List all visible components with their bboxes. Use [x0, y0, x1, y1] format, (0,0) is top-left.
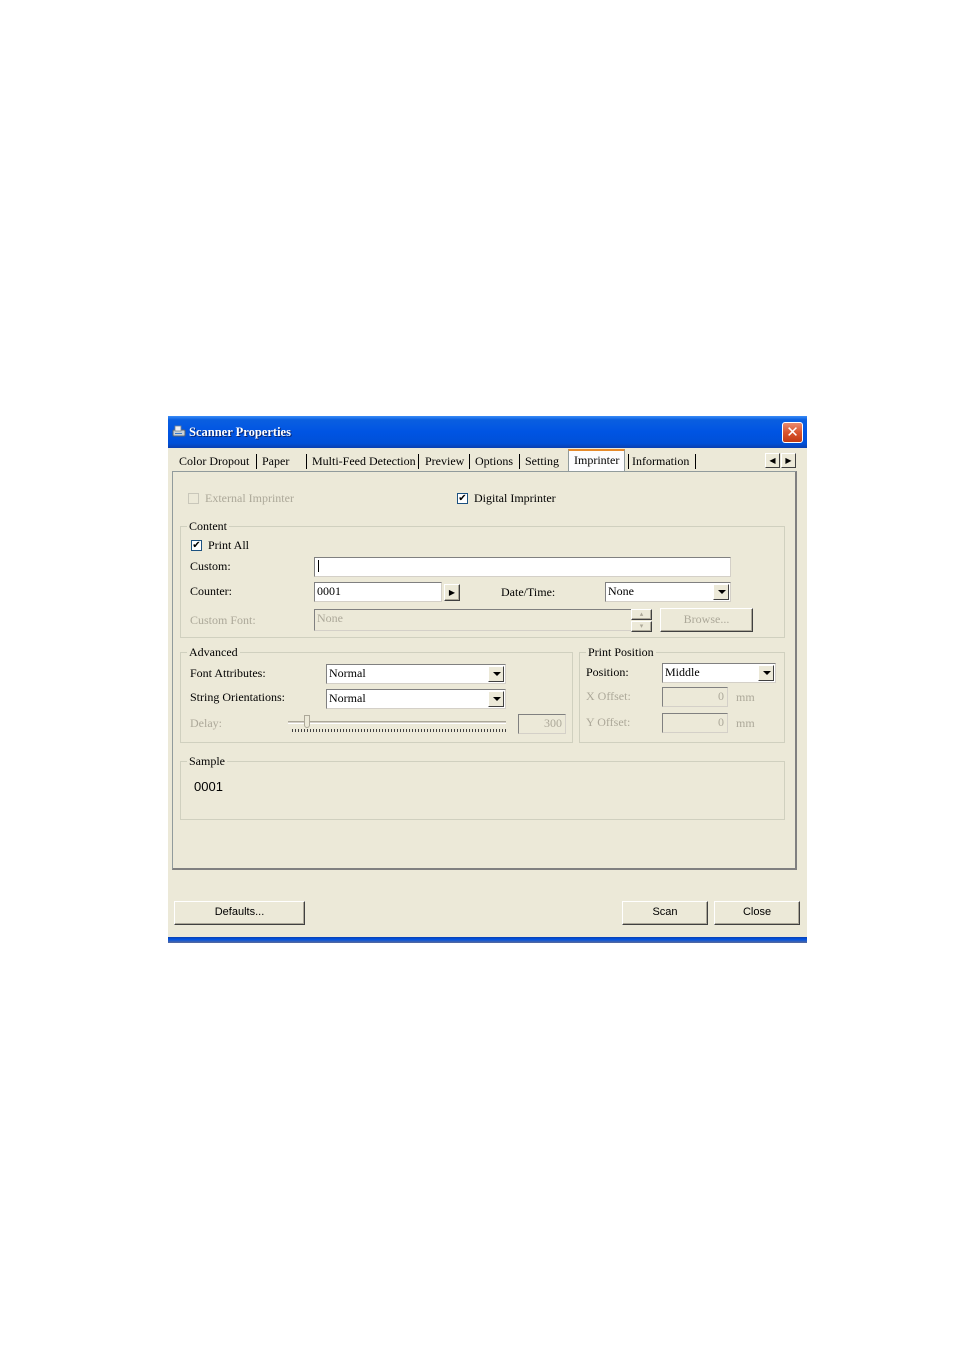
check-icon: ✔	[458, 493, 467, 504]
date-time-dropdown[interactable]: None	[605, 582, 731, 602]
custom-font-spin-up[interactable]: ▴	[631, 609, 652, 620]
print-all-checkbox[interactable]: ✔	[191, 540, 202, 551]
check-icon: ✔	[192, 540, 201, 551]
slider-thumb[interactable]	[303, 715, 310, 728]
chevron-down-icon	[718, 590, 726, 594]
digital-imprinter-label: Digital Imprinter	[474, 491, 556, 505]
tab-divider	[628, 454, 629, 469]
title-bar[interactable]: Scanner Properties ✕	[168, 416, 807, 448]
custom-text-input[interactable]	[314, 557, 731, 577]
counter-setup-button[interactable]: ▶	[444, 584, 460, 601]
slider-track	[288, 721, 506, 724]
close-icon: ✕	[786, 423, 799, 441]
tab-divider	[519, 454, 520, 469]
chevron-down-icon	[493, 697, 501, 701]
window-title: Scanner Properties	[189, 425, 291, 439]
counter-label: Counter:	[190, 584, 232, 598]
position-label: Position:	[586, 665, 629, 679]
advanced-group-title: Advanced	[187, 645, 240, 659]
sample-group-title: Sample	[187, 754, 227, 768]
spin-up-icon: ▴	[639, 610, 644, 618]
dropdown-button[interactable]	[488, 691, 504, 707]
dropdown-button[interactable]	[758, 665, 774, 681]
y-offset-label: Y Offset:	[586, 715, 631, 729]
tab-multi-feed-detection[interactable]: Multi-Feed Detection	[312, 452, 416, 470]
scan-button[interactable]: Scan	[622, 901, 708, 925]
x-offset-unit: mm	[736, 690, 755, 704]
arrow-right-icon: ▶	[448, 588, 456, 597]
tab-preview[interactable]: Preview	[425, 452, 464, 470]
tab-options[interactable]: Options	[475, 452, 513, 470]
custom-font-spin-down[interactable]: ▾	[631, 621, 652, 632]
chevron-down-icon	[763, 671, 771, 675]
print-position-group-title: Print Position	[586, 645, 656, 659]
close-button[interactable]: Close	[714, 901, 800, 925]
arrow-right-icon: ▶	[785, 456, 792, 465]
scanner-icon	[172, 425, 186, 437]
digital-imprinter-checkbox[interactable]: ✔	[457, 493, 468, 504]
delay-slider[interactable]	[288, 714, 506, 734]
position-dropdown[interactable]: Middle	[662, 663, 776, 683]
arrow-left-icon: ◀	[769, 456, 776, 465]
scanner-properties-dialog: Scanner Properties ✕ Color Dropout Paper…	[168, 416, 807, 943]
date-time-label: Date/Time:	[501, 585, 556, 599]
string-orientations-dropdown[interactable]: Normal	[326, 689, 506, 709]
dropdown-button[interactable]	[713, 584, 729, 600]
delay-label: Delay:	[190, 716, 222, 730]
tab-divider	[469, 454, 470, 469]
font-attributes-dropdown[interactable]: Normal	[326, 664, 506, 684]
string-orientations-label: String Orientations:	[190, 690, 285, 704]
tab-divider	[695, 454, 696, 469]
delay-value-input[interactable]: 300	[518, 714, 566, 734]
x-offset-label: X Offset:	[586, 689, 631, 703]
custom-label: Custom:	[190, 559, 231, 573]
tab-setting[interactable]: Setting	[525, 452, 559, 470]
browse-button[interactable]: Browse...	[660, 608, 753, 632]
window-bottom-border	[168, 937, 807, 943]
print-all-label: Print All	[208, 538, 250, 552]
counter-input[interactable]: 0001	[314, 582, 442, 602]
content-group-title: Content	[187, 519, 229, 533]
dropdown-button[interactable]	[488, 666, 504, 682]
external-imprinter-checkbox[interactable]	[188, 493, 199, 504]
close-window-button[interactable]: ✕	[782, 422, 803, 443]
tab-scroll-left-button[interactable]: ◀	[765, 453, 780, 468]
font-attributes-label: Font Attributes:	[190, 666, 266, 680]
custom-font-input[interactable]: None	[314, 609, 632, 631]
defaults-button[interactable]: Defaults...	[174, 901, 305, 925]
tab-divider	[256, 454, 257, 469]
y-offset-input[interactable]: 0	[662, 713, 728, 733]
tab-imprinter[interactable]: Imprinter	[568, 449, 626, 471]
tab-divider	[418, 454, 419, 469]
chevron-down-icon	[493, 672, 501, 676]
tab-scroll-right-button[interactable]: ▶	[781, 453, 796, 468]
tab-color-dropout[interactable]: Color Dropout	[179, 452, 249, 470]
x-offset-input[interactable]: 0	[662, 687, 728, 707]
sample-group: Sample	[180, 754, 785, 820]
tab-paper[interactable]: Paper	[262, 452, 289, 470]
slider-ticks	[292, 729, 506, 732]
tab-information[interactable]: Information	[632, 452, 689, 470]
spin-down-icon: ▾	[639, 622, 644, 630]
text-caret	[318, 560, 319, 572]
external-imprinter-label: External Imprinter	[205, 491, 294, 505]
custom-font-label: Custom Font:	[190, 613, 256, 627]
tab-divider	[306, 454, 307, 469]
sample-preview-text: 0001	[194, 779, 223, 794]
y-offset-unit: mm	[736, 716, 755, 730]
